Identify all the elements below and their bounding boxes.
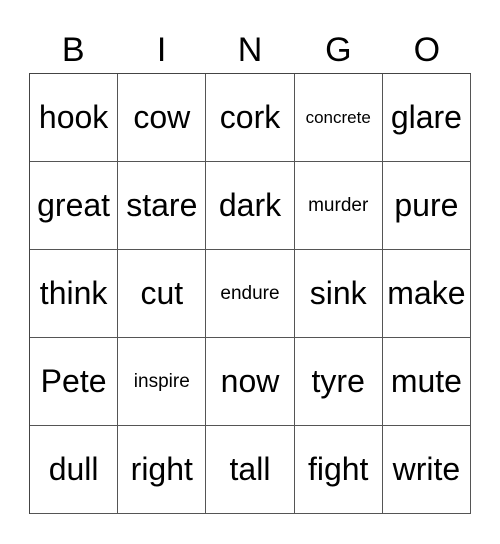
cell-word: concrete — [305, 107, 371, 127]
bingo-cell[interactable]: think — [30, 250, 119, 338]
cell-word: stare — [126, 187, 198, 223]
bingo-cell[interactable]: now — [206, 338, 295, 426]
header-letter: O — [413, 31, 441, 69]
bingo-cell[interactable]: stare — [118, 162, 207, 250]
header-letter: I — [156, 31, 167, 69]
cell-word: now — [220, 363, 280, 399]
bingo-cell[interactable]: great — [30, 162, 119, 250]
bingo-cell[interactable]: dull — [30, 426, 119, 514]
header-letter: G — [325, 31, 352, 69]
bingo-cell[interactable]: concrete — [294, 74, 383, 162]
bingo-cell[interactable]: inspire — [118, 338, 207, 426]
bingo-cell[interactable]: write — [382, 426, 471, 514]
cell-word: tyre — [311, 363, 365, 399]
cell-word: hook — [38, 99, 109, 135]
cell-word: fight — [307, 451, 369, 487]
cell-word: think — [39, 275, 108, 311]
bingo-cell[interactable]: cut — [118, 250, 207, 338]
header-letter: B — [61, 31, 85, 69]
cell-word: Pete — [40, 363, 107, 399]
bingo-grid: hook cow cork concrete glare great stare dark mu… — [29, 73, 471, 514]
cell-word: make — [387, 275, 466, 311]
cell-word: sink — [309, 275, 367, 311]
cell-word: cork — [219, 99, 281, 135]
bingo-cell[interactable]: fight — [294, 426, 383, 514]
bingo-cell[interactable]: mute — [382, 338, 471, 426]
cell-word: cow — [133, 99, 191, 135]
bingo-header: B I N G O — [29, 28, 471, 72]
bingo-cell[interactable]: tyre — [294, 338, 383, 426]
cell-word: endure — [220, 282, 280, 304]
cell-word: dull — [48, 451, 99, 487]
bingo-cell[interactable]: murder — [294, 162, 383, 250]
header-letter: N — [237, 31, 263, 69]
bingo-cell[interactable]: right — [118, 426, 207, 514]
cell-word: tall — [229, 451, 271, 487]
bingo-cell[interactable]: endure — [206, 250, 295, 338]
cell-word: murder — [308, 194, 369, 216]
bingo-cell[interactable]: sink — [294, 250, 383, 338]
cell-word: write — [392, 451, 461, 487]
bingo-cell[interactable]: make — [382, 250, 471, 338]
bingo-cell[interactable]: cow — [118, 74, 207, 162]
bingo-cell[interactable]: glare — [382, 74, 471, 162]
cell-word: inspire — [133, 370, 190, 392]
bingo-cell[interactable]: cork — [206, 74, 295, 162]
cell-word: great — [37, 187, 111, 223]
cell-word: right — [130, 451, 193, 487]
bingo-cell[interactable]: pure — [382, 162, 471, 250]
cell-word: pure — [394, 187, 459, 223]
bingo-cell[interactable]: tall — [206, 426, 295, 514]
cell-word: cut — [140, 275, 184, 311]
cell-word: glare — [390, 99, 462, 135]
bingo-cell[interactable]: hook — [30, 74, 119, 162]
cell-word: dark — [218, 187, 282, 223]
cell-word: mute — [390, 363, 462, 399]
bingo-cell[interactable]: Pete — [30, 338, 119, 426]
bingo-cell[interactable]: dark — [206, 162, 295, 250]
